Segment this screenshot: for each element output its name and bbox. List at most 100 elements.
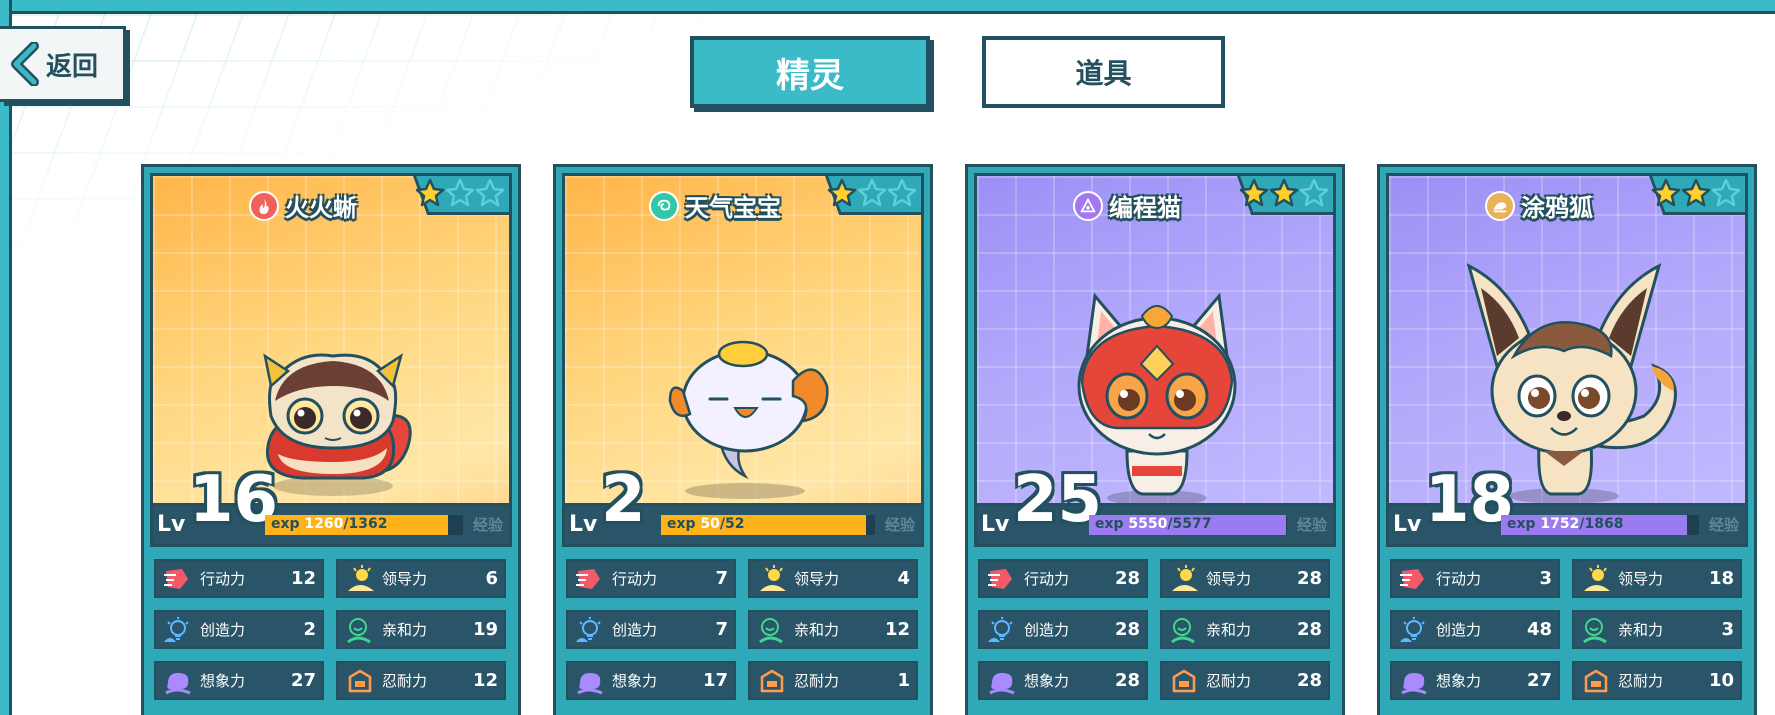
stat-action: 行动力 7 <box>566 559 736 598</box>
stat-value: 27 <box>290 670 316 691</box>
imagination-icon <box>577 672 603 694</box>
pet-card[interactable]: 涂鸦狐 Lv 18 exp 1752/1868 经验 行动力 3 领导力 18 … <box>1377 164 1757 715</box>
back-button[interactable]: 返回 <box>0 26 126 102</box>
stat-endurance: 忍耐力 28 <box>1160 661 1330 700</box>
stat-value: 12 <box>884 619 910 640</box>
action-icon <box>576 568 600 589</box>
imagination-icon <box>165 672 191 694</box>
stat-value: 4 <box>897 568 910 589</box>
pet-card[interactable]: 火火蜥 Lv 16 exp 1260/1362 经验 行动力 12 领导力 6 … <box>141 164 521 715</box>
star-empty-icon <box>1711 178 1741 207</box>
stats-grid: 行动力 28 领导力 28 创造力 28 亲和力 28 想象力 28 忍耐力 2… <box>978 559 1334 700</box>
back-label: 返回 <box>46 51 99 82</box>
stat-name: 亲和力 <box>794 621 840 639</box>
stat-endurance: 忍耐力 12 <box>336 661 506 700</box>
level-bar: Lv 25 exp 5550/5577 经验 <box>974 468 1336 547</box>
pet-card[interactable]: 天气宝宝 Lv 2 exp 50/52 经验 行动力 7 领导力 4 创造力 7 <box>553 164 933 715</box>
stat-name: 想象力 <box>1436 672 1482 690</box>
stat-action: 行动力 28 <box>978 559 1148 598</box>
stat-name: 创造力 <box>612 621 658 639</box>
stat-imagination: 想象力 27 <box>1390 661 1560 700</box>
endurance-icon <box>348 669 372 692</box>
stat-endurance: 忍耐力 1 <box>748 661 918 700</box>
affinity-icon <box>759 617 783 643</box>
left-border <box>0 0 12 715</box>
stat-value: 28 <box>1296 670 1322 691</box>
exp-track: exp 1752/1868 <box>1501 515 1699 535</box>
stat-affinity: 亲和力 28 <box>1160 610 1330 649</box>
level-bar: Lv 16 exp 1260/1362 经验 <box>150 468 512 547</box>
stat-name: 行动力 <box>200 570 246 588</box>
tab-items[interactable]: 道具 <box>982 36 1225 108</box>
paint-icon <box>1485 190 1515 221</box>
level-bar: Lv 18 exp 1752/1868 经验 <box>1386 468 1748 547</box>
stat-value: 28 <box>1114 670 1140 691</box>
imagination-icon <box>1401 672 1427 694</box>
stats-grid: 行动力 12 领导力 6 创造力 2 亲和力 19 想象力 27 忍耐力 12 <box>154 559 510 700</box>
stat-creativity: 创造力 7 <box>566 610 736 649</box>
action-icon <box>164 568 188 589</box>
level-label: Lv <box>569 512 598 537</box>
stat-name: 行动力 <box>1436 570 1482 588</box>
endurance-icon <box>1172 669 1196 692</box>
stat-value: 48 <box>1526 619 1552 640</box>
stat-imagination: 想象力 17 <box>566 661 736 700</box>
pet-name: 涂鸦狐 <box>1521 194 1593 222</box>
code-icon <box>1073 190 1103 221</box>
stat-affinity: 亲和力 3 <box>1572 610 1742 649</box>
stat-affinity: 亲和力 12 <box>748 610 918 649</box>
level-label: Lv <box>157 512 186 537</box>
stat-value: 6 <box>485 568 498 589</box>
pet-name: 火火蜥 <box>285 194 357 222</box>
stat-name: 行动力 <box>612 570 658 588</box>
leadership-icon <box>1584 564 1610 591</box>
level-label: Lv <box>981 512 1010 537</box>
leadership-icon <box>348 564 374 591</box>
action-icon <box>988 568 1012 589</box>
endurance-icon <box>1584 669 1608 692</box>
creativity-icon <box>576 616 601 642</box>
stat-value: 18 <box>1708 568 1734 589</box>
pet-name-row: 火火蜥 <box>153 188 453 223</box>
exp-text: exp 1260/1362 <box>271 516 388 532</box>
tab-spirits[interactable]: 精灵 <box>690 36 930 108</box>
stat-name: 想象力 <box>612 672 658 690</box>
exp-label: 经验 <box>1296 516 1327 534</box>
pet-name-row: 编程猫 <box>977 188 1277 223</box>
stat-name: 想象力 <box>200 672 246 690</box>
stat-name: 领导力 <box>1618 570 1664 588</box>
stat-value: 27 <box>1526 670 1552 691</box>
level-bar: Lv 2 exp 50/52 经验 <box>562 468 924 547</box>
action-icon <box>1400 568 1424 589</box>
stat-value: 28 <box>1296 568 1322 589</box>
stat-value: 3 <box>1539 568 1552 589</box>
star-empty-icon <box>475 178 505 207</box>
creativity-icon <box>1400 616 1425 642</box>
stat-value: 19 <box>472 619 498 640</box>
stat-value: 17 <box>702 670 728 691</box>
stat-value: 2 <box>303 619 316 640</box>
stats-grid: 行动力 3 领导力 18 创造力 48 亲和力 3 想象力 27 忍耐力 10 <box>1390 559 1746 700</box>
exp-label: 经验 <box>884 516 915 534</box>
stat-imagination: 想象力 27 <box>154 661 324 700</box>
pet-name-row: 天气宝宝 <box>565 188 865 223</box>
stat-name: 亲和力 <box>1206 621 1252 639</box>
stat-action: 行动力 3 <box>1390 559 1560 598</box>
stat-name: 领导力 <box>794 570 840 588</box>
stat-name: 忍耐力 <box>1206 672 1252 690</box>
stat-name: 想象力 <box>1024 672 1070 690</box>
star-empty-icon <box>887 178 917 207</box>
stat-name: 创造力 <box>200 621 246 639</box>
stat-value: 7 <box>715 568 728 589</box>
stat-action: 行动力 12 <box>154 559 324 598</box>
pet-card[interactable]: 编程猫 Lv 25 exp 5550/5577 经验 行动力 28 领导力 28… <box>965 164 1345 715</box>
level-number: 2 <box>601 463 646 537</box>
stat-name: 创造力 <box>1436 621 1482 639</box>
creativity-icon <box>988 616 1013 642</box>
top-border <box>0 0 1775 14</box>
stat-value: 28 <box>1114 619 1140 640</box>
imagination-icon <box>989 672 1015 694</box>
affinity-icon <box>1583 617 1607 643</box>
stat-name: 忍耐力 <box>382 672 428 690</box>
exp-text: exp 50/52 <box>667 516 745 532</box>
